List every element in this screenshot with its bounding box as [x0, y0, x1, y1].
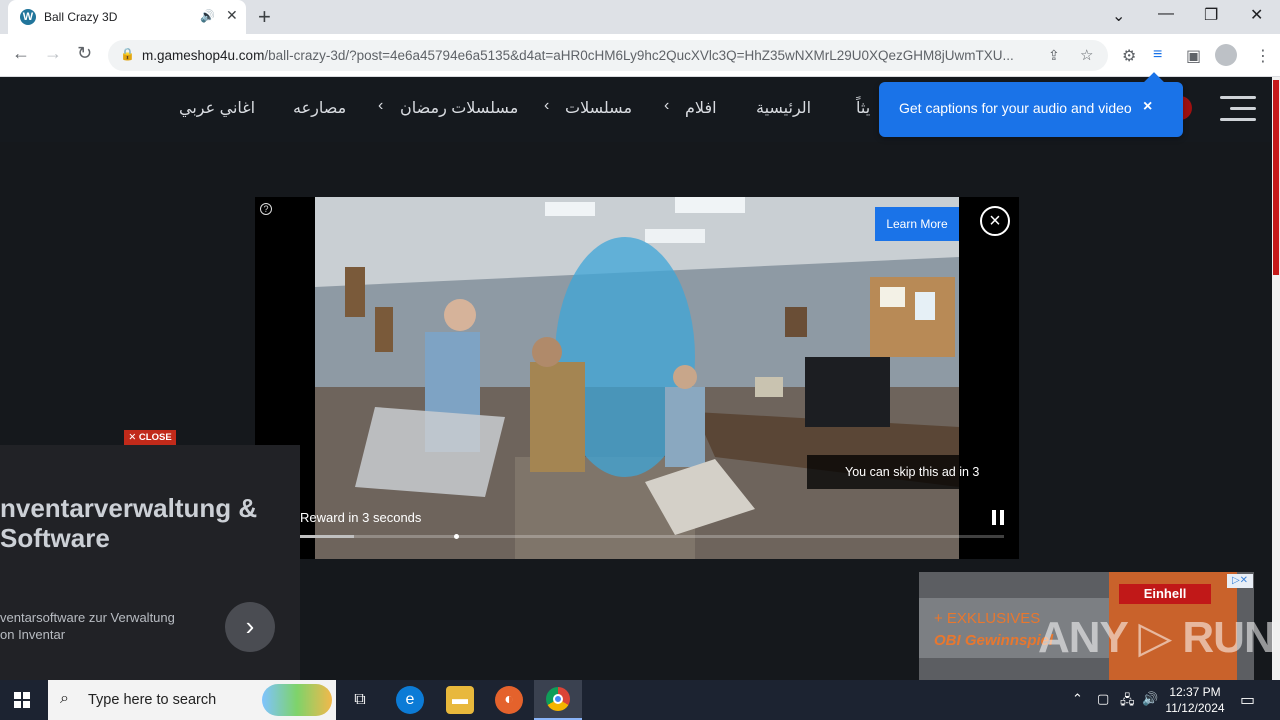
tab-title: Ball Crazy 3D — [44, 10, 118, 24]
einhell-logo: Einhell — [1119, 584, 1211, 604]
windows-start-icon[interactable] — [14, 692, 30, 708]
network-icon[interactable]: 🖧 — [1120, 691, 1135, 713]
forward-arrow-icon[interactable]: → — [44, 43, 62, 64]
promo-line2: OBI Gewinnspiel — [934, 632, 1054, 649]
clock-date: 11/12/2024 — [1165, 701, 1225, 715]
chevron-right-icon[interactable]: › — [225, 602, 275, 652]
office-scene-video-frame — [315, 197, 959, 559]
chevron-left-icon: ‹ — [664, 97, 670, 114]
address-bar[interactable]: 🔒 m.gameshop4u.com/ball-crazy-3d/?post=4… — [108, 40, 1108, 71]
promo-line1: + EXKLUSIVES — [934, 610, 1041, 627]
browser-toolbar: ← → ↻ 🔒 m.gameshop4u.com/ball-crazy-3d/?… — [0, 34, 1280, 77]
chevron-left-icon: ‹ — [378, 97, 384, 114]
wordpress-icon: W — [20, 9, 36, 25]
reward-countdown-text: Reward in 3 seconds — [300, 510, 422, 525]
nav-item-movies[interactable]: افلام — [685, 98, 717, 118]
scrollbar-thumb[interactable] — [1273, 80, 1279, 275]
back-arrow-icon[interactable]: ← — [12, 43, 30, 64]
ad-description: ventarsoftware zur Verwaltung on Inventa… — [0, 609, 175, 643]
restore-icon[interactable]: ❐ — [1204, 5, 1218, 25]
url-text[interactable]: m.gameshop4u.com/ball-crazy-3d/?post=4e6… — [142, 48, 1042, 63]
live-caption-tooltip: Get captions for your audio and video × — [879, 72, 1183, 137]
ad-headline-line2: Software — [0, 523, 110, 553]
ad-video[interactable] — [315, 197, 959, 559]
edge-icon[interactable]: e — [396, 686, 424, 714]
skip-countdown: You can skip this ad in 3 — [807, 455, 997, 489]
task-view-icon[interactable]: ⧉ — [346, 686, 374, 714]
ad-headline-line1: nventarverwaltung & — [0, 493, 258, 523]
learn-more-button[interactable]: Learn More — [875, 207, 959, 241]
search-icon: ⌕ — [60, 690, 69, 707]
minimize-icon[interactable]: — — [1158, 5, 1174, 23]
window-close-icon[interactable]: ✕ — [1250, 5, 1263, 25]
file-explorer-icon[interactable]: ▬ — [446, 686, 474, 714]
chrome-icon — [546, 687, 570, 711]
share-icon[interactable]: ⇪ — [1048, 47, 1060, 64]
tooltip-text: Get captions for your audio and video — [899, 100, 1132, 116]
url-domain: m.gameshop4u.com — [142, 48, 265, 63]
nav-item-wrestling[interactable]: مصارعه — [293, 98, 346, 118]
windows-taskbar: ⌕ Type here to search ⧉ e ▬ ◐ ⌃ ▢ 🖧 🔊 12… — [0, 680, 1280, 720]
tab-close-icon[interactable]: ✕ — [226, 7, 238, 24]
side-panel-icon[interactable]: ▣ — [1186, 46, 1201, 66]
lock-icon[interactable]: 🔒 — [120, 47, 135, 61]
tooltip-close-icon[interactable]: × — [1143, 98, 1152, 116]
skip-text: You can skip this ad in 3 — [845, 465, 980, 479]
nav-item-home[interactable]: الرئيسية — [756, 98, 811, 118]
clock-time: 12:37 PM — [1169, 685, 1221, 699]
nav-item-series[interactable]: مسلسلات — [565, 98, 632, 118]
tab-search-chevron-icon[interactable]: ⌄ — [1112, 6, 1125, 26]
nav-item-partial[interactable]: يثاً — [856, 98, 870, 118]
adchoices-icon[interactable]: ▷✕ — [1227, 574, 1253, 588]
media-controls-icon[interactable]: ≡ — [1153, 46, 1162, 64]
nav-item-ramadan-series[interactable]: مسلسلات رمضان — [400, 98, 518, 118]
profile-avatar-icon[interactable] — [1215, 44, 1237, 66]
inventory-software-ad[interactable]: nventarverwaltung & Software ventarsoftw… — [0, 445, 300, 680]
taskbar-clock[interactable]: 12:37 PM 11/12/2024 — [1160, 684, 1230, 716]
menu-kebab-icon[interactable]: ⋮ — [1255, 46, 1271, 66]
nav-item-arabic-songs[interactable]: اغاني عربي — [179, 98, 255, 118]
ad-progress-marker — [454, 534, 459, 539]
extensions-icon[interactable]: ⚙ — [1122, 46, 1136, 66]
chevron-left-icon: ‹ — [544, 97, 550, 114]
tray-device-icon[interactable]: ▢ — [1097, 691, 1109, 707]
tray-chevron-icon[interactable]: ⌃ — [1072, 691, 1083, 707]
browser-tab[interactable]: W Ball Crazy 3D 🔊 ✕ — [8, 0, 246, 34]
url-path: /ball-crazy-3d/?post=4e6a45794e6a5135&d4… — [264, 48, 1014, 63]
notification-icon[interactable]: ▭ — [1240, 690, 1255, 710]
ad-close-badge[interactable]: ✕ CLOSE — [124, 430, 176, 445]
ad-info-icon[interactable]: ? — [260, 203, 272, 215]
ad-headline: nventarverwaltung & Software — [0, 493, 257, 553]
hamburger-menu-icon[interactable] — [1220, 96, 1256, 122]
bookmark-star-icon[interactable]: ☆ — [1080, 46, 1093, 64]
anyrun-watermark: ANY ▷ RUN — [1038, 613, 1276, 662]
reload-icon[interactable]: ↻ — [77, 43, 92, 64]
new-tab-icon[interactable]: + — [258, 4, 271, 30]
ad-description-line2: on Inventar — [0, 627, 66, 642]
search-highlight-icon — [262, 684, 332, 716]
taskbar-search-box[interactable]: ⌕ Type here to search — [48, 680, 336, 720]
pause-icon[interactable] — [992, 510, 1004, 525]
search-placeholder: Type here to search — [88, 692, 217, 708]
video-ad-overlay: ? Learn More × You can skip this ad in 3… — [255, 197, 1019, 559]
tab-audio-icon[interactable]: 🔊 — [200, 9, 215, 23]
firefox-icon[interactable]: ◐ — [495, 686, 523, 714]
chrome-taskbar-button[interactable] — [534, 680, 582, 720]
speaker-icon[interactable]: 🔊 — [1142, 691, 1158, 707]
ad-description-line1: ventarsoftware zur Verwaltung — [0, 610, 175, 625]
ad-progress-track — [270, 535, 1004, 538]
ad-close-icon[interactable]: × — [980, 206, 1010, 236]
